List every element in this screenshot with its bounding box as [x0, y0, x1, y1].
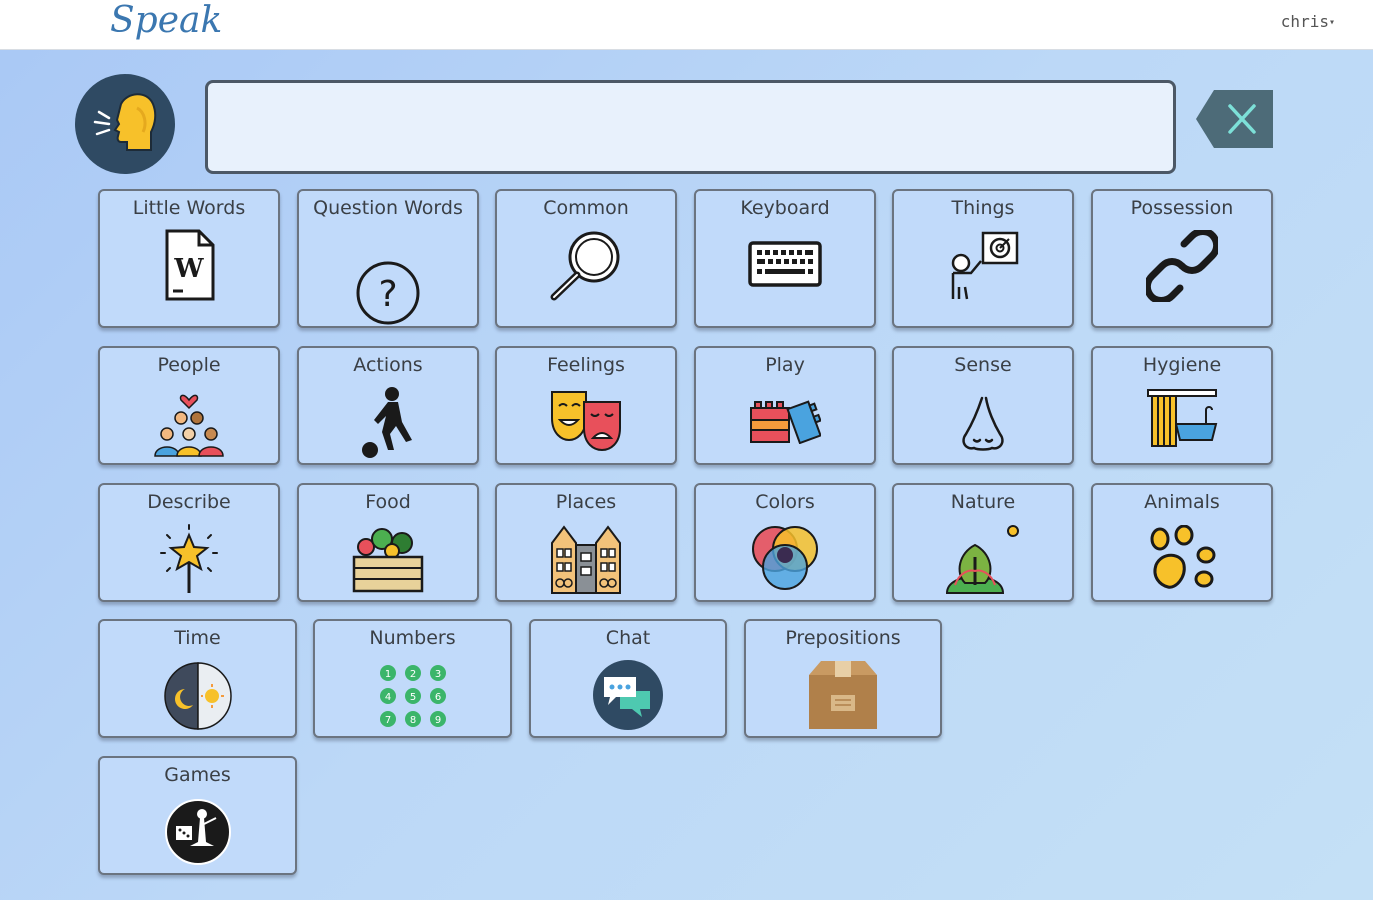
tile-label: Colors — [755, 491, 815, 513]
board-games-icon — [164, 799, 231, 865]
number-digit: 9 — [434, 715, 440, 726]
tile-little-words[interactable]: Little Words W — [98, 189, 280, 328]
tile-prepositions[interactable]: Prepositions — [744, 619, 942, 738]
tile-actions[interactable]: Actions — [297, 346, 479, 465]
tile-label: Numbers — [369, 627, 456, 649]
buildings-icon — [551, 525, 621, 594]
number-digit: 2 — [409, 669, 415, 680]
tile-label: Play — [765, 354, 805, 376]
kicking-ball-icon — [362, 387, 412, 458]
tile-animals[interactable]: Animals — [1091, 483, 1273, 602]
tile-sense[interactable]: Sense — [892, 346, 1074, 465]
tile-possession[interactable]: Possession — [1091, 189, 1273, 328]
tile-label: Food — [365, 491, 411, 513]
message-bar[interactable] — [205, 80, 1176, 174]
clear-x-icon — [1196, 90, 1273, 148]
people-group-icon — [154, 394, 224, 457]
tile-label: Describe — [147, 491, 231, 513]
tile-things[interactable]: Things — [892, 189, 1074, 328]
tile-question-words[interactable]: Question Words ? — [297, 189, 479, 328]
tile-people[interactable]: People — [98, 346, 280, 465]
caret-down-icon: ▾ — [1328, 17, 1335, 28]
clear-button[interactable] — [1196, 90, 1273, 148]
word-document-icon: W — [165, 229, 215, 301]
tile-hygiene[interactable]: Hygiene — [1091, 346, 1273, 465]
toy-blocks-icon — [750, 400, 821, 444]
tile-label: Common — [543, 197, 629, 219]
tile-chat[interactable]: Chat — [529, 619, 727, 738]
tile-label: Prepositions — [785, 627, 901, 649]
tile-label: Actions — [353, 354, 423, 376]
cardboard-box-icon — [809, 661, 877, 729]
speak-button[interactable] — [75, 74, 175, 174]
number-digit: 7 — [384, 715, 390, 726]
tile-label: Animals — [1144, 491, 1220, 513]
tile-label: Things — [951, 197, 1015, 219]
star-wand-icon — [160, 524, 218, 593]
theater-masks-icon — [551, 391, 621, 452]
number-digit: 3 — [434, 669, 440, 680]
tile-label: People — [157, 354, 221, 376]
tile-label: Feelings — [547, 354, 625, 376]
tile-label: Games — [164, 764, 231, 786]
day-night-icon — [163, 662, 232, 730]
magnifier-icon — [550, 231, 620, 301]
number-digit: 4 — [384, 692, 390, 703]
keyboard-icon — [748, 241, 822, 287]
tile-time[interactable]: Time — [98, 619, 297, 738]
vegetable-crate-icon — [352, 528, 424, 593]
tile-colors[interactable]: Colors — [694, 483, 876, 602]
tile-label: Chat — [605, 627, 651, 649]
svg-text:W: W — [173, 254, 204, 284]
tile-label: Keyboard — [740, 197, 830, 219]
user-menu[interactable]: chris▾ — [1281, 12, 1335, 31]
number-digit: 8 — [409, 715, 415, 726]
svg-text:?: ? — [378, 274, 397, 315]
chat-bubbles-icon — [593, 660, 663, 730]
color-circles-icon — [752, 526, 818, 590]
paw-print-icon — [1150, 525, 1216, 589]
tile-nature[interactable]: Nature — [892, 483, 1074, 602]
chain-link-icon — [1146, 230, 1218, 302]
tile-feelings[interactable]: Feelings — [495, 346, 677, 465]
app-logo[interactable]: Speak — [110, 0, 222, 41]
user-name: chris — [1280, 12, 1329, 31]
bathtub-icon — [1147, 389, 1218, 447]
tile-label: Time — [174, 627, 221, 649]
tile-label: Places — [555, 491, 617, 513]
tile-keyboard[interactable]: Keyboard — [694, 189, 876, 328]
top-bar: Speak chris▾ — [0, 0, 1373, 50]
number-digit: 5 — [409, 692, 415, 703]
tree-hill-icon — [945, 525, 1019, 594]
question-mark-icon: ? — [356, 261, 420, 325]
number-digit: 1 — [384, 669, 390, 680]
number-digit: 6 — [434, 692, 440, 703]
tile-numbers[interactable]: Numbers 1 2 3 4 5 6 7 8 9 — [313, 619, 512, 738]
tile-games[interactable]: Games — [98, 756, 297, 875]
tile-label: Question Words — [313, 197, 463, 219]
tile-food[interactable]: Food — [297, 483, 479, 602]
tile-label: Nature — [950, 491, 1016, 513]
tile-describe[interactable]: Describe — [98, 483, 280, 602]
nose-icon — [962, 396, 1004, 451]
tile-common[interactable]: Common — [495, 189, 677, 328]
speaking-head-icon — [93, 93, 157, 151]
tile-label: Little Words — [132, 197, 246, 219]
number-grid-icon: 1 2 3 4 5 6 7 8 9 — [379, 665, 446, 727]
tile-label: Hygiene — [1142, 354, 1222, 376]
tile-play[interactable]: Play — [694, 346, 876, 465]
tile-label: Possession — [1130, 197, 1234, 219]
pointing-teacher-icon — [951, 231, 1019, 300]
tile-places[interactable]: Places — [495, 483, 677, 602]
tile-label: Sense — [954, 354, 1012, 376]
